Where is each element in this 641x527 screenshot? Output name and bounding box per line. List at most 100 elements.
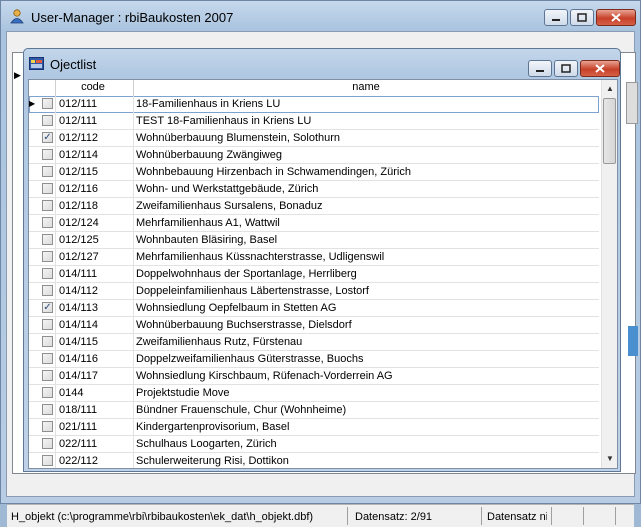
- code-cell[interactable]: 014/111: [59, 268, 97, 280]
- table-row[interactable]: 014/111 Doppelwohnhaus der Sportanlage, H…: [29, 266, 599, 283]
- table-row[interactable]: 012/125 Wohnbauten Bläsiring, Basel: [29, 232, 599, 249]
- table-row[interactable]: ✓ 014/113 Wohnsiedlung Oepfelbaum in Stett…: [29, 300, 599, 317]
- objectlist-minimize-button[interactable]: [528, 60, 552, 77]
- name-cell[interactable]: Zweifamilienhaus Sursalens, Bonaduz: [136, 200, 323, 212]
- row-checkbox[interactable]: [42, 370, 53, 381]
- code-cell[interactable]: 012/118: [59, 200, 98, 212]
- code-cell[interactable]: 012/111: [59, 115, 97, 127]
- code-cell[interactable]: 012/125: [59, 234, 99, 246]
- maximize-button[interactable]: [570, 9, 594, 26]
- row-checkbox[interactable]: [42, 115, 53, 126]
- table-row[interactable]: ✓ 012/112 Wohnüberbauung Blumenstein, Solo…: [29, 130, 599, 147]
- row-checkbox[interactable]: [42, 319, 53, 330]
- code-cell[interactable]: 014/115: [59, 336, 98, 348]
- table-row[interactable]: 012/111 TEST 18-Familienhaus in Kriens LU: [29, 113, 599, 130]
- code-cell[interactable]: 014/116: [59, 353, 98, 365]
- row-checkbox[interactable]: [42, 387, 53, 398]
- name-cell[interactable]: Wohnüberbauung Zwängiweg: [136, 149, 282, 161]
- table-row[interactable]: 021/111 Kindergartenprovisorium, Basel: [29, 419, 599, 436]
- objectlist-close-button[interactable]: [580, 60, 620, 77]
- vertical-scrollbar[interactable]: ▲ ▼: [601, 80, 617, 468]
- minimize-button[interactable]: [544, 9, 568, 26]
- name-cell[interactable]: 18-Familienhaus in Kriens LU: [136, 98, 280, 110]
- name-cell[interactable]: Bündner Frauenschule, Chur (Wohnheime): [136, 404, 346, 416]
- code-cell[interactable]: 012/115: [59, 166, 98, 178]
- table-row[interactable]: 012/124 Mehrfamilienhaus A1, Wattwil: [29, 215, 599, 232]
- table-row[interactable]: 022/112 Schulerweiterung Risi, Dottikon: [29, 453, 599, 468]
- name-cell[interactable]: Wohn- und Werkstattgebäude, Zürich: [136, 183, 318, 195]
- table-row[interactable]: 014/114 Wohnüberbauung Buchserstrasse, Di…: [29, 317, 599, 334]
- name-cell[interactable]: Kindergartenprovisorium, Basel: [136, 421, 289, 433]
- row-checkbox[interactable]: [42, 438, 53, 449]
- name-cell[interactable]: Wohnbebauung Hirzenbach in Schwamendinge…: [136, 166, 411, 178]
- table-row[interactable]: 014/116 Doppelzweifamilienhaus Güterstras…: [29, 351, 599, 368]
- row-checkbox[interactable]: ✓: [42, 302, 53, 313]
- table-row[interactable]: 014/117 Wohnsiedlung Kirschbaum, Rüfenach…: [29, 368, 599, 385]
- name-cell[interactable]: Mehrfamilienhaus Küssnachterstrasse, Udl…: [136, 251, 384, 263]
- close-button[interactable]: [596, 9, 636, 26]
- code-cell[interactable]: 012/111: [59, 98, 97, 110]
- name-cell[interactable]: Wohnüberbauung Blumenstein, Solothurn: [136, 132, 340, 144]
- row-checkbox[interactable]: [42, 217, 53, 228]
- code-cell[interactable]: 014/113: [59, 302, 98, 314]
- row-checkbox[interactable]: [42, 285, 53, 296]
- name-cell[interactable]: Doppeleinfamilienhaus Läbertenstrasse, L…: [136, 285, 369, 297]
- table-row[interactable]: 012/116 Wohn- und Werkstattgebäude, Züric…: [29, 181, 599, 198]
- code-cell[interactable]: 014/117: [59, 370, 98, 382]
- row-checkbox[interactable]: [42, 200, 53, 211]
- name-cell[interactable]: Schulhaus Loogarten, Zürich: [136, 438, 277, 450]
- row-checkbox[interactable]: [42, 421, 53, 432]
- row-checkbox[interactable]: [42, 166, 53, 177]
- table-row[interactable]: 018/111 Bündner Frauenschule, Chur (Wohnh…: [29, 402, 599, 419]
- name-cell[interactable]: Projektstudie Move: [136, 387, 230, 399]
- table-row[interactable]: 014/115 Zweifamilienhaus Rutz, Fürstenau: [29, 334, 599, 351]
- code-cell[interactable]: 012/114: [59, 149, 98, 161]
- table-row[interactable]: 0144 Projektstudie Move: [29, 385, 599, 402]
- objectlist-maximize-button[interactable]: [554, 60, 578, 77]
- code-cell[interactable]: 012/112: [59, 132, 98, 144]
- code-cell[interactable]: 022/111: [59, 438, 97, 450]
- name-cell[interactable]: Wohnsiedlung Kirschbaum, Rüfenach-Vorder…: [136, 370, 393, 382]
- table-row[interactable]: 012/118 Zweifamilienhaus Sursalens, Bonad…: [29, 198, 599, 215]
- name-cell[interactable]: Wohnsiedlung Oepfelbaum in Stetten AG: [136, 302, 336, 314]
- code-cell[interactable]: 012/127: [59, 251, 99, 263]
- name-cell[interactable]: Doppelzweifamilienhaus Güterstrasse, Buo…: [136, 353, 363, 365]
- table-row[interactable]: ▶ 012/111 18-Familienhaus in Kriens LU: [29, 96, 599, 113]
- code-cell[interactable]: 014/112: [59, 285, 98, 297]
- row-checkbox[interactable]: ✓: [42, 132, 53, 143]
- row-checkbox[interactable]: [42, 455, 53, 466]
- row-checkbox[interactable]: [42, 353, 53, 364]
- row-checkbox[interactable]: [42, 234, 53, 245]
- table-row[interactable]: 012/114 Wohnüberbauung Zwängiweg: [29, 147, 599, 164]
- row-checkbox[interactable]: [42, 336, 53, 347]
- name-cell[interactable]: Zweifamilienhaus Rutz, Fürstenau: [136, 336, 302, 348]
- column-header-name[interactable]: name: [133, 81, 599, 93]
- table-row[interactable]: 014/112 Doppeleinfamilienhaus Läbertenstr…: [29, 283, 599, 300]
- scroll-thumb[interactable]: [603, 98, 616, 164]
- name-cell[interactable]: Doppelwohnhaus der Sportanlage, Herrlibe…: [136, 268, 357, 280]
- name-cell[interactable]: Wohnüberbauung Buchserstrasse, Dielsdorf: [136, 319, 352, 331]
- code-cell[interactable]: 012/116: [59, 183, 98, 195]
- row-checkbox[interactable]: [42, 183, 53, 194]
- code-cell[interactable]: 022/112: [59, 455, 98, 467]
- name-cell[interactable]: Mehrfamilienhaus A1, Wattwil: [136, 217, 280, 229]
- scroll-up-icon[interactable]: ▲: [604, 82, 616, 96]
- code-cell[interactable]: 012/124: [59, 217, 99, 229]
- table-row[interactable]: 012/115 Wohnbebauung Hirzenbach in Schwam…: [29, 164, 599, 181]
- name-cell[interactable]: Schulerweiterung Risi, Dottikon: [136, 455, 289, 467]
- scroll-down-icon[interactable]: ▼: [604, 452, 616, 466]
- name-cell[interactable]: Wohnbauten Bläsiring, Basel: [136, 234, 277, 246]
- name-cell[interactable]: TEST 18-Familienhaus in Kriens LU: [136, 115, 311, 127]
- row-checkbox[interactable]: [42, 404, 53, 415]
- column-header-code[interactable]: code: [55, 81, 131, 93]
- row-checkbox[interactable]: [42, 98, 53, 109]
- code-cell[interactable]: 021/111: [59, 421, 97, 433]
- row-checkbox[interactable]: [42, 251, 53, 262]
- code-cell[interactable]: 014/114: [59, 319, 98, 331]
- table-row[interactable]: 012/127 Mehrfamilienhaus Küssnachterstras…: [29, 249, 599, 266]
- code-cell[interactable]: 0144: [59, 387, 83, 399]
- table-row[interactable]: 022/111 Schulhaus Loogarten, Zürich: [29, 436, 599, 453]
- row-checkbox[interactable]: [42, 149, 53, 160]
- background-scrollbar[interactable]: [626, 82, 638, 124]
- row-checkbox[interactable]: [42, 268, 53, 279]
